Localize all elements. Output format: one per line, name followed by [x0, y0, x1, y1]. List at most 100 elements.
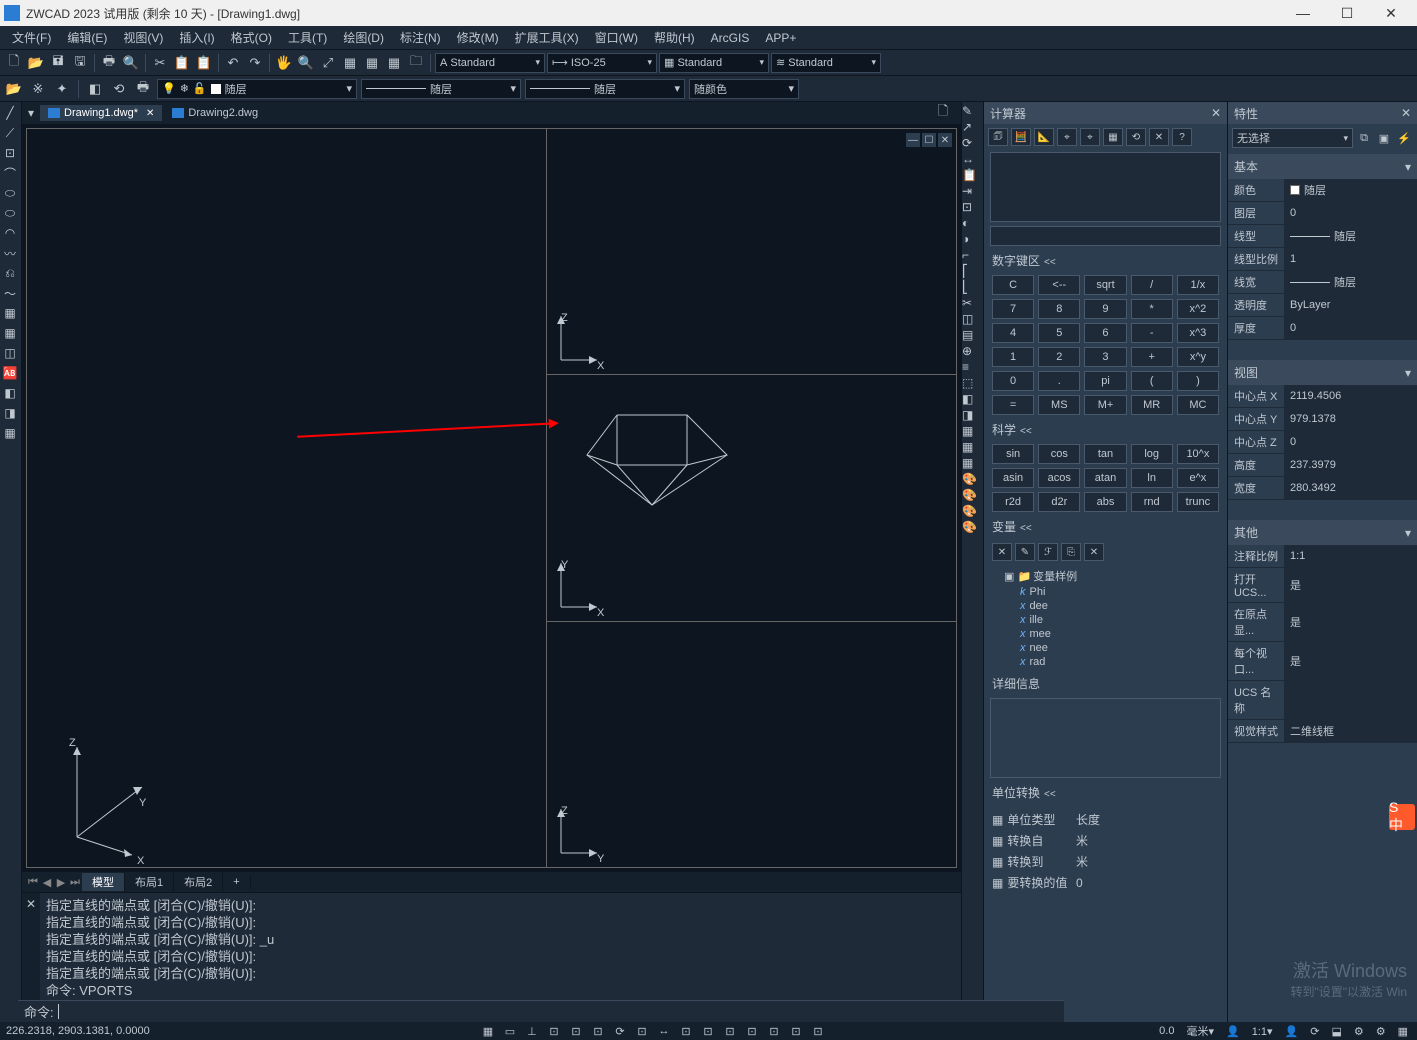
lineweight-dropdown[interactable]: 随层 ▾ — [525, 79, 685, 99]
tab-drawing1[interactable]: Drawing1.dwg* ✕ — [40, 105, 162, 121]
status-right-item[interactable]: 0.0 — [1156, 1024, 1177, 1038]
sci-button[interactable]: trunc — [1177, 492, 1219, 512]
calc-button[interactable]: ) — [1177, 371, 1219, 391]
modify-tool-icon[interactable]: ≡ — [962, 360, 983, 374]
toolbar-icon[interactable]: ↷ — [245, 53, 265, 73]
close-tab-icon[interactable]: ✕ — [146, 108, 154, 119]
unit-section-title[interactable]: 单位转换<< — [984, 780, 1227, 805]
layer-manager-icon[interactable]: 📂 — [4, 79, 24, 99]
command-input[interactable] — [58, 1004, 1058, 1019]
modify-tool-icon[interactable]: 🎨 — [962, 472, 983, 486]
modify-tool-icon[interactable]: ▦ — [962, 424, 983, 438]
modify-tool-icon[interactable]: ◐ — [962, 216, 983, 230]
status-toggle-icon[interactable]: ⊡ — [678, 1024, 694, 1038]
calc-tool-icon[interactable]: ⌖ — [1080, 128, 1100, 146]
table-style-dropdown[interactable]: ▦ Standard ▾ — [659, 53, 769, 73]
draw-tool-icon[interactable]: ⌒ — [0, 164, 20, 182]
sci-button[interactable]: log — [1131, 444, 1173, 464]
calc-button[interactable]: 6 — [1084, 323, 1126, 343]
variable-item[interactable]: kPhi — [992, 585, 1219, 599]
variable-item[interactable]: xmee — [992, 627, 1219, 641]
calc-tool-icon[interactable]: ⟲ — [1126, 128, 1146, 146]
menu-item[interactable]: 扩展工具(X) — [507, 27, 587, 48]
property-row[interactable]: 在原点显...是 — [1228, 603, 1417, 642]
toolbar-icon[interactable]: 🗀 — [406, 53, 426, 73]
modify-tool-icon[interactable]: ✂ — [962, 296, 983, 310]
status-toggle-icon[interactable]: ▭ — [502, 1024, 518, 1038]
calc-button[interactable]: sqrt — [1084, 275, 1126, 295]
property-row[interactable]: 注释比例1:1 — [1228, 545, 1417, 568]
close-icon[interactable]: ✕ — [1211, 106, 1221, 120]
status-right-item[interactable]: 👤 — [1282, 1024, 1302, 1038]
modify-tool-icon[interactable]: 🎨 — [962, 520, 983, 534]
unit-row[interactable]: ▦单位类型长度 — [992, 809, 1219, 830]
menu-item[interactable]: ArcGIS — [703, 29, 758, 47]
status-right-item[interactable]: 毫米▾ — [1183, 1024, 1217, 1038]
draw-tool-icon[interactable]: ◠ — [0, 224, 20, 242]
viewport-bottom[interactable]: Z Y — [547, 622, 956, 867]
draw-tool-icon[interactable]: ◫ — [0, 344, 20, 362]
toolbar-icon[interactable]: ▦ — [362, 53, 382, 73]
calc-button[interactable]: + — [1131, 347, 1173, 367]
calc-tool-icon[interactable]: ⌖ — [1057, 128, 1077, 146]
modify-tool-icon[interactable]: ✎ — [962, 104, 983, 118]
calc-tool-icon[interactable]: ? — [1172, 128, 1192, 146]
sci-button[interactable]: d2r — [1038, 492, 1080, 512]
calc-button[interactable]: ( — [1131, 371, 1173, 391]
property-row[interactable]: 线型随层 — [1228, 225, 1417, 248]
property-row[interactable]: 宽度280.3492 — [1228, 477, 1417, 500]
menu-item[interactable]: 帮助(H) — [646, 27, 703, 48]
sci-button[interactable]: tan — [1084, 444, 1126, 464]
menu-item[interactable]: 格式(O) — [223, 27, 280, 48]
close-icon[interactable]: ✕ — [1401, 106, 1411, 120]
toolbar-icon[interactable]: 🗋 — [4, 53, 24, 73]
toolbar-icon[interactable]: 🖶 — [99, 53, 119, 73]
calc-button[interactable]: * — [1131, 299, 1173, 319]
properties-header[interactable]: 特性 ✕ — [1228, 102, 1417, 124]
print-icon[interactable]: 🖶 — [133, 79, 153, 99]
modify-tool-icon[interactable]: ◫ — [962, 312, 983, 326]
maximize-button[interactable]: ☐ — [1325, 0, 1369, 26]
var-section-title[interactable]: 变量<< — [984, 514, 1227, 539]
menu-item[interactable]: 文件(F) — [4, 27, 59, 48]
draw-tool-icon[interactable]: ⟋ — [0, 124, 20, 142]
sci-button[interactable]: 10^x — [1177, 444, 1219, 464]
tab-first-icon[interactable]: ⏮ — [26, 876, 40, 889]
unit-row[interactable]: ▦转换自米 — [992, 830, 1219, 851]
calc-button[interactable]: 1 — [992, 347, 1034, 367]
calc-button[interactable]: MS — [1038, 395, 1080, 415]
section-other[interactable]: 其他▾ — [1228, 520, 1417, 545]
calc-button[interactable]: x^2 — [1177, 299, 1219, 319]
menu-item[interactable]: 窗口(W) — [587, 27, 646, 48]
viewport-middle[interactable]: Y X — [547, 375, 956, 621]
layer-prev-icon[interactable]: ⟲ — [109, 79, 129, 99]
status-toggle-icon[interactable]: ⊡ — [568, 1024, 584, 1038]
draw-tool-icon[interactable]: ▦ — [0, 424, 20, 442]
property-row[interactable]: 高度237.3979 — [1228, 454, 1417, 477]
numpad-section-title[interactable]: 数字键区<< — [984, 248, 1227, 273]
pickadd-icon[interactable]: ⧉ — [1355, 129, 1373, 147]
modify-tool-icon[interactable]: ⎡ — [962, 264, 983, 278]
property-row[interactable]: 线宽随层 — [1228, 271, 1417, 294]
status-right-item[interactable]: ⚙ — [1373, 1024, 1389, 1038]
modify-tool-icon[interactable]: ⌐ — [962, 248, 983, 262]
modify-tool-icon[interactable]: ▦ — [962, 440, 983, 454]
property-row[interactable]: 每个视口...是 — [1228, 642, 1417, 681]
var-tool-icon[interactable]: ✕ — [1084, 543, 1104, 561]
calc-button[interactable]: pi — [1084, 371, 1126, 391]
status-toggle-icon[interactable]: ⊡ — [590, 1024, 606, 1038]
layer-dropdown[interactable]: 💡❄🔓 随层 ▾ — [157, 79, 357, 99]
vp-max-icon[interactable]: ☐ — [922, 133, 936, 147]
status-toggle-icon[interactable]: ⊥ — [524, 1024, 540, 1038]
toolbar-icon[interactable]: 🖐 — [274, 53, 294, 73]
calc-button[interactable]: M+ — [1084, 395, 1126, 415]
menu-item[interactable]: 插入(I) — [171, 27, 222, 48]
draw-tool-icon[interactable]: ◨ — [0, 404, 20, 422]
property-row[interactable]: 图层0 — [1228, 202, 1417, 225]
calc-button[interactable]: 7 — [992, 299, 1034, 319]
property-row[interactable]: 颜色随层 — [1228, 179, 1417, 202]
unit-row[interactable]: ▦要转换的值0 — [992, 872, 1219, 893]
calc-tool-icon[interactable]: 📐 — [1034, 128, 1054, 146]
status-toggle-icon[interactable]: ⊡ — [722, 1024, 738, 1038]
toolbar-icon[interactable]: 🖫 — [70, 53, 90, 73]
